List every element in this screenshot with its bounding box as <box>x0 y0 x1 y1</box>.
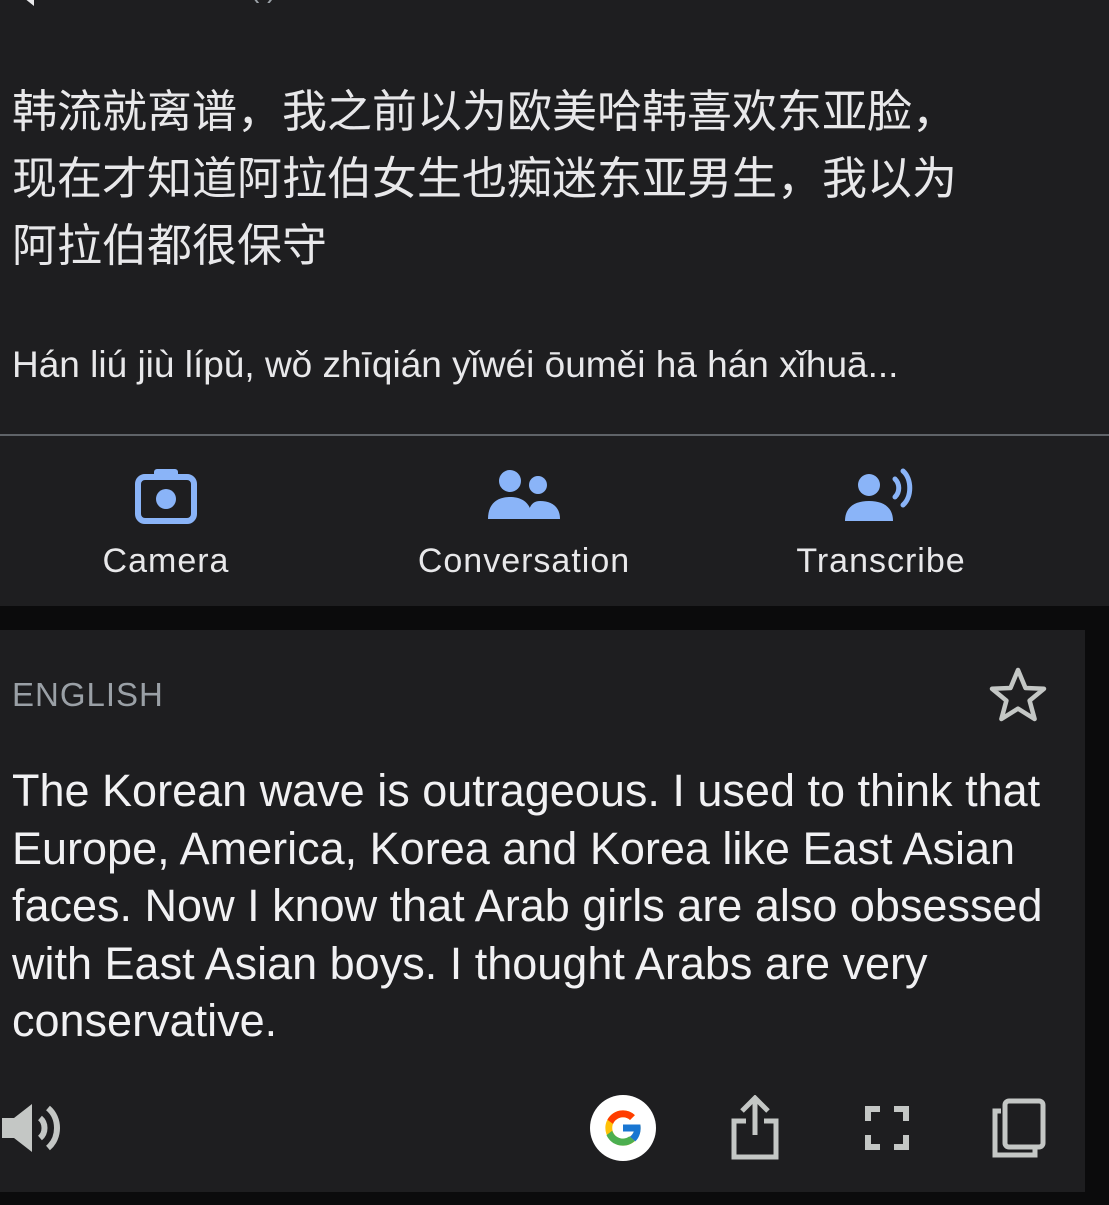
voice-person-icon <box>841 462 921 528</box>
transcribe-button[interactable]: Transcribe <box>731 436 1031 606</box>
source-header-partial: ( ) <box>0 0 1109 12</box>
transcribe-label: Transcribe <box>796 542 966 580</box>
copy-icon[interactable] <box>984 1088 1054 1168</box>
google-logo-icon <box>590 1095 656 1161</box>
source-speaker-icon[interactable] <box>12 0 52 17</box>
source-text-line: 现在才知道阿拉伯女生也痴迷东亚男生，我以为 <box>12 152 958 205</box>
fullscreen-icon[interactable] <box>852 1088 922 1168</box>
source-text[interactable]: 韩流就离谱，我之前以为欧美哈韩喜欢东亚脸， 现在才知道阿拉伯女生也痴迷东亚男生，… <box>12 78 1072 279</box>
translation-text[interactable]: The Korean wave is outrageous. I used to… <box>12 762 1062 1050</box>
source-card: ( ) 韩流就离谱，我之前以为欧美哈韩喜欢东亚脸， 现在才知道阿拉伯女生也痴迷东… <box>0 0 1109 436</box>
target-language-label: ENGLISH <box>12 676 164 713</box>
camera-icon <box>126 462 206 528</box>
pinyin-transliteration: Hán liú jiù lípǔ, wǒ zhīqián yǐwéi ōuměi… <box>12 344 899 385</box>
card-gap <box>0 606 1109 630</box>
google-search-button[interactable] <box>588 1088 658 1168</box>
conversation-label: Conversation <box>417 542 631 580</box>
star-icon[interactable] <box>986 664 1050 728</box>
tools-bar: Camera Conversation Transcribe <box>0 436 1109 606</box>
camera-label: Camera <box>102 542 230 580</box>
share-icon[interactable] <box>720 1088 790 1168</box>
close-icon[interactable] <box>1002 0 1046 1</box>
source-language-partial: ( ) <box>250 0 276 4</box>
speaker-icon[interactable] <box>0 1088 62 1168</box>
conversation-button[interactable]: Conversation <box>374 436 674 606</box>
source-text-line: 韩流就离谱，我之前以为欧美哈韩喜欢东亚脸， <box>12 85 958 138</box>
source-text-line: 阿拉伯都很保守 <box>12 219 328 272</box>
camera-button[interactable]: Camera <box>16 436 316 606</box>
people-icon <box>484 462 564 528</box>
translation-card: ENGLISH The Korean wave is outrageous. I… <box>0 630 1085 1192</box>
translation-actions <box>0 1088 1085 1168</box>
